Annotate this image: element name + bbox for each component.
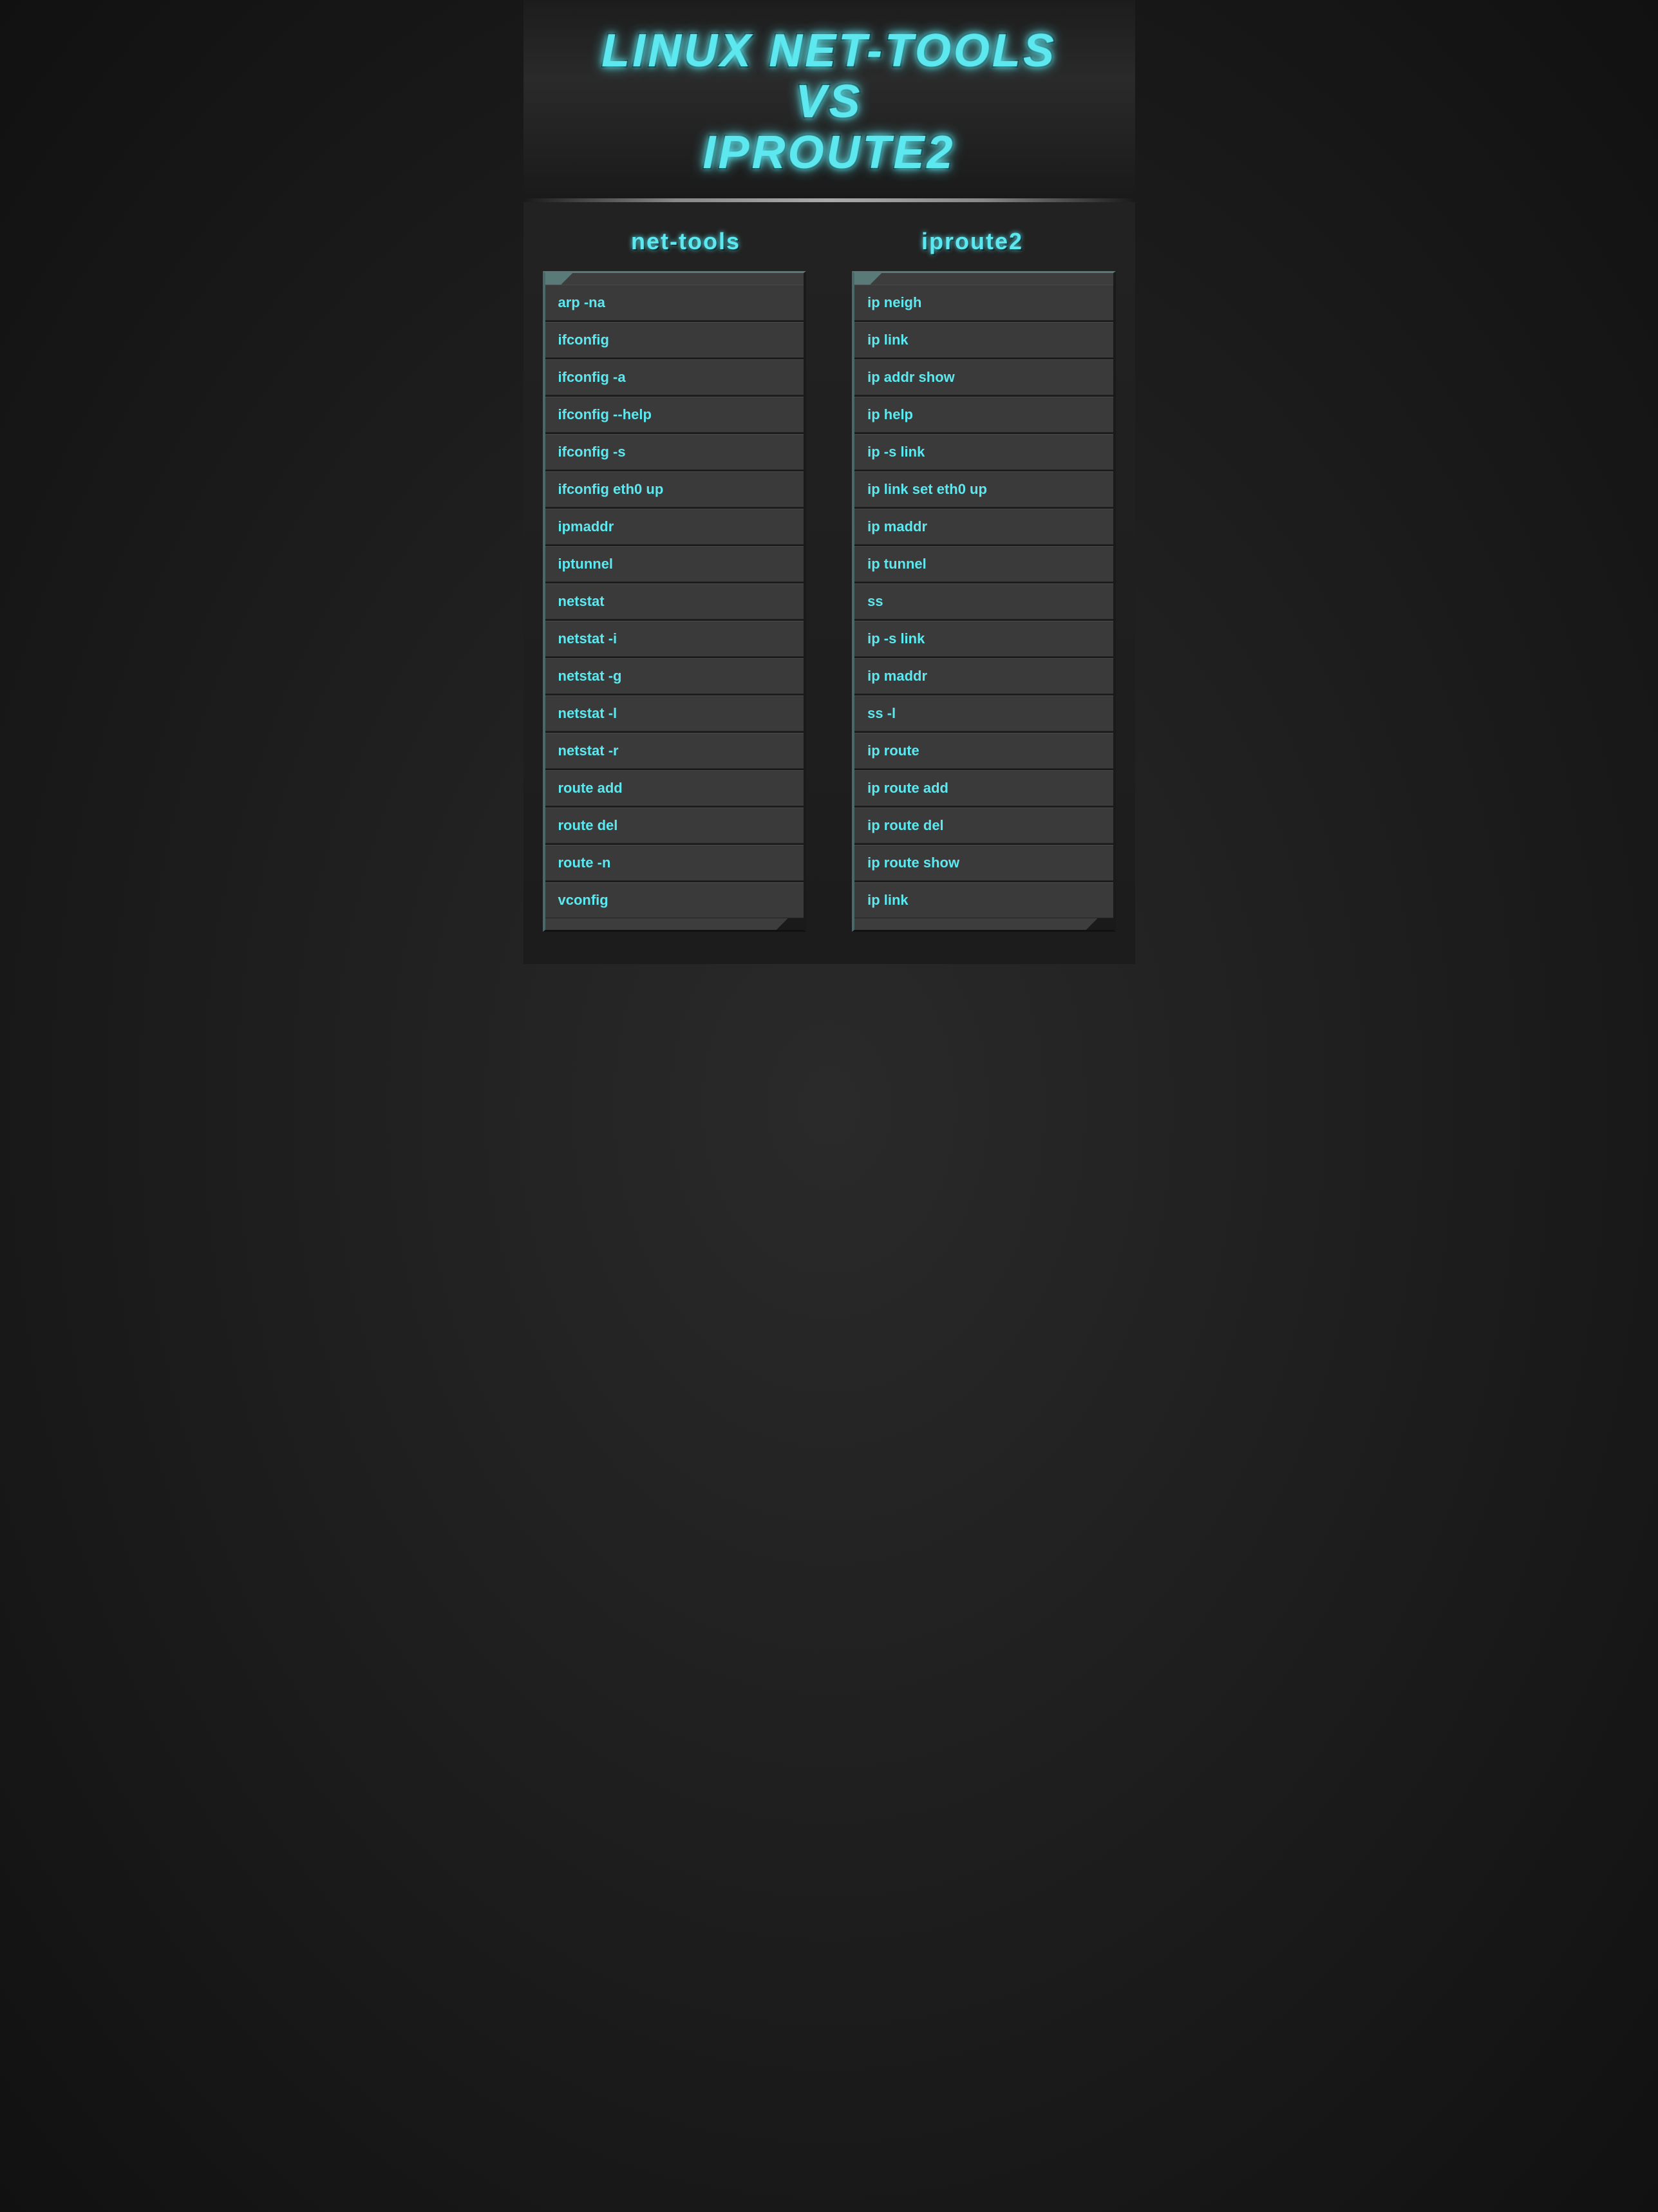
iproute2-column: ip neighip linkip addr showip helpip -s … [852,271,1115,932]
table-row: ifconfig eth0 up [545,471,804,509]
iproute2-cell: ip -s link [854,434,1113,470]
nettools-panel: arp -naifconfigifconfig -aifconfig --hel… [543,271,806,932]
nettools-cell: route add [545,770,804,806]
nettools-cell: ifconfig eth0 up [545,471,804,507]
title-line2: VS [795,76,862,128]
table-row: ip route [854,733,1113,770]
nettools-header: net-tools [557,228,815,255]
nettools-cell: ifconfig [545,322,804,358]
table-row: ifconfig -a [545,359,804,397]
iproute2-cell: ip link [854,322,1113,358]
iproute2-cell: ip route show [854,845,1113,881]
iproute2-cell: ip route [854,733,1113,769]
nettools-cell: netstat [545,583,804,619]
iproute2-cell: ip help [854,397,1113,433]
nettools-cell: ifconfig --help [545,397,804,433]
table-row: ip help [854,397,1113,434]
iproute2-top-shape [854,273,1113,285]
table-row: ifconfig [545,322,804,359]
title-line3: IPROUTE2 [702,127,955,178]
nettools-top-shape [545,273,804,285]
table-row: netstat -i [545,621,804,658]
nettools-cell: ipmaddr [545,509,804,545]
iproute2-cell: ip neigh [854,285,1113,321]
iproute2-panel: ip neighip linkip addr showip helpip -s … [852,271,1115,932]
table-row: ifconfig -s [545,434,804,471]
nettools-cell: netstat -i [545,621,804,657]
header: LINUX NET-TOOLS VS IPROUTE2 [523,0,1135,198]
table-row: ip neigh [854,285,1113,322]
title-line1: LINUX NET-TOOLS [601,25,1057,77]
table-row: ipmaddr [545,509,804,546]
iproute2-cell: ip addr show [854,359,1113,395]
table-row: iptunnel [545,546,804,583]
table-row: ip maddr [854,509,1113,546]
table-row: ip route add [854,770,1113,808]
table-row: netstat -l [545,695,804,733]
table-row: route del [545,808,804,845]
table-row: ss [854,583,1113,621]
table-row: netstat -r [545,733,804,770]
content-area: net-tools iproute2 arp -naifconfigifconf… [523,202,1135,964]
table-row: netstat [545,583,804,621]
table-row: ip route show [854,845,1113,882]
main-title: LINUX NET-TOOLS VS IPROUTE2 [536,26,1122,179]
iproute2-header: iproute2 [843,228,1102,255]
table-row: ip link [854,882,1113,918]
nettools-cell: netstat -l [545,695,804,732]
iproute2-cell: ss -l [854,695,1113,732]
iproute2-cell: ip maddr [854,658,1113,694]
table-row: ip tunnel [854,546,1113,583]
iproute2-bot-shape [854,918,1113,930]
nettools-cell: netstat -r [545,733,804,769]
table-row: ifconfig --help [545,397,804,434]
iproute2-cell: ip -s link [854,621,1113,657]
table-row: ip route del [854,808,1113,845]
table-row: route add [545,770,804,808]
table-row: ip maddr [854,658,1113,695]
nettools-cell: ifconfig -a [545,359,804,395]
nettools-rows: arp -naifconfigifconfig -aifconfig --hel… [545,285,804,918]
table-row: route -n [545,845,804,882]
table-row: ip addr show [854,359,1113,397]
iproute2-cell: ip maddr [854,509,1113,545]
table-row: ip -s link [854,621,1113,658]
column-headers: net-tools iproute2 [543,228,1116,255]
nettools-cell: ifconfig -s [545,434,804,470]
nettools-cell: vconfig [545,882,804,918]
iproute2-cell: ip tunnel [854,546,1113,582]
nettools-cell: route -n [545,845,804,881]
iproute2-cell: ip link set eth0 up [854,471,1113,507]
table-row: vconfig [545,882,804,918]
nettools-cell: netstat -g [545,658,804,694]
table-row: ip -s link [854,434,1113,471]
comparison-table: arp -naifconfigifconfig -aifconfig --hel… [543,271,1116,932]
nettools-cell: arp -na [545,285,804,321]
nettools-column: arp -naifconfigifconfig -aifconfig --hel… [543,271,806,932]
iproute2-cell: ip route add [854,770,1113,806]
iproute2-cell: ss [854,583,1113,619]
iproute2-rows: ip neighip linkip addr showip helpip -s … [854,285,1113,918]
table-row: netstat -g [545,658,804,695]
nettools-cell: route del [545,808,804,844]
table-row: ip link [854,322,1113,359]
page: LINUX NET-TOOLS VS IPROUTE2 net-tools ip… [523,0,1135,964]
table-row: arp -na [545,285,804,322]
table-row: ip link set eth0 up [854,471,1113,509]
iproute2-cell: ip route del [854,808,1113,844]
table-row: ss -l [854,695,1113,733]
iproute2-cell: ip link [854,882,1113,918]
nettools-cell: iptunnel [545,546,804,582]
nettools-bot-shape [545,918,804,930]
